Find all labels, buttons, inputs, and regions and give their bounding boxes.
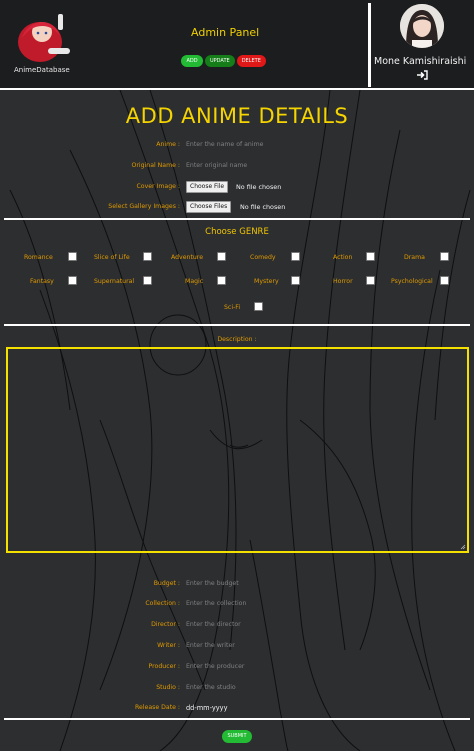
genre-label-mystery: Mystery [254,278,279,285]
genre-label-fantasy: Fantasy [30,278,54,285]
genre-title: Choose GENRE [205,227,269,237]
cover-image-status: No file chosen [236,183,282,191]
resize-handle-icon[interactable] [460,544,466,550]
producer-label: Producer : [148,663,180,670]
genre-label-psychological: Psychological [391,278,433,285]
update-button[interactable]: UPDATE [205,55,235,67]
budget-label: Budget : [153,580,180,587]
genre-checkbox-mystery[interactable] [291,276,300,285]
genre-label-comedy: Comedy [250,254,276,261]
genre-label-supernatural: Supernatural [94,278,135,285]
cover-image-button[interactable]: Choose File [186,181,229,193]
submit-button[interactable]: SUBMIT [222,730,252,743]
genre-label-horror: Horror [333,278,353,285]
genre-checkbox-horror[interactable] [366,276,375,285]
description-label: Description : [217,336,257,343]
gallery-images-button[interactable]: Choose Files [186,201,232,213]
genre-checkbox-action[interactable] [366,252,375,261]
genre-label-magic: Magic [185,278,204,285]
original-name-label: Original Name : [131,162,181,169]
logo-text: AnimeDatabase [14,66,70,74]
original-name-input[interactable]: Enter original name [186,162,247,169]
producer-input[interactable]: Enter the producer [186,663,244,670]
genre-checkbox-slice-of-life[interactable] [143,252,152,261]
header-divider [368,3,371,87]
collection-label: Collection : [145,600,180,607]
description-textarea[interactable] [6,347,469,553]
release-date-input[interactable]: dd-mm-yyyy [186,704,227,712]
divider [4,718,470,720]
cover-image-label: Cover Image : [136,183,180,190]
page-title: ADD ANIME DETAILS [125,104,349,128]
gallery-images-status: No file chosen [240,203,286,211]
admin-panel-title: Admin Panel [191,26,260,39]
director-input[interactable]: Enter the director [186,621,241,628]
user-avatar[interactable] [400,4,444,48]
genre-label-action: Action [333,254,353,261]
collection-input[interactable]: Enter the collection [186,600,246,607]
genre-label-romance: Romance [24,254,53,261]
divider [4,218,470,220]
genre-checkbox-sci-fi[interactable] [254,302,263,311]
admin-action-buttons: ADD UPDATE DELETE [181,47,268,67]
divider [4,324,470,326]
logout-icon[interactable] [416,70,428,80]
anime-label: Anime : [156,141,180,148]
add-button[interactable]: ADD [181,55,203,67]
anime-input[interactable]: Enter the name of anime [186,141,263,148]
genre-checkbox-psychological[interactable] [440,276,449,285]
writer-input[interactable]: Enter the writer [186,642,235,649]
director-label: Director : [151,621,180,628]
genre-label-adventure: Adventure [171,254,204,261]
genre-checkbox-supernatural[interactable] [143,276,152,285]
writer-label: Writer : [157,642,180,649]
genre-checkbox-drama[interactable] [440,252,449,261]
studio-label: Studio : [156,684,180,691]
genre-checkbox-adventure[interactable] [217,252,226,261]
genre-checkbox-fantasy[interactable] [68,276,77,285]
top-header: AnimeDatabase Admin Panel ADD UPDATE DELET… [0,0,474,90]
user-name: Mone Kamishiraishi [374,56,467,67]
genre-checkbox-comedy[interactable] [291,252,300,261]
delete-button[interactable]: DELETE [236,55,266,67]
studio-input[interactable]: Enter the studio [186,684,236,691]
genre-label-sci-fi: Sci-Fi [224,304,241,311]
genre-checkbox-romance[interactable] [68,252,77,261]
genre-label-drama: Drama [404,254,425,261]
anime-logo-icon[interactable] [10,8,74,66]
genre-checkbox-magic[interactable] [217,276,226,285]
gallery-images-label: Select Gallery Images : [108,203,180,210]
release-date-label: Release Date : [135,704,180,711]
budget-input[interactable]: Enter the budget [186,580,239,587]
genre-label-slice-of-life: Slice of Life [94,254,130,261]
